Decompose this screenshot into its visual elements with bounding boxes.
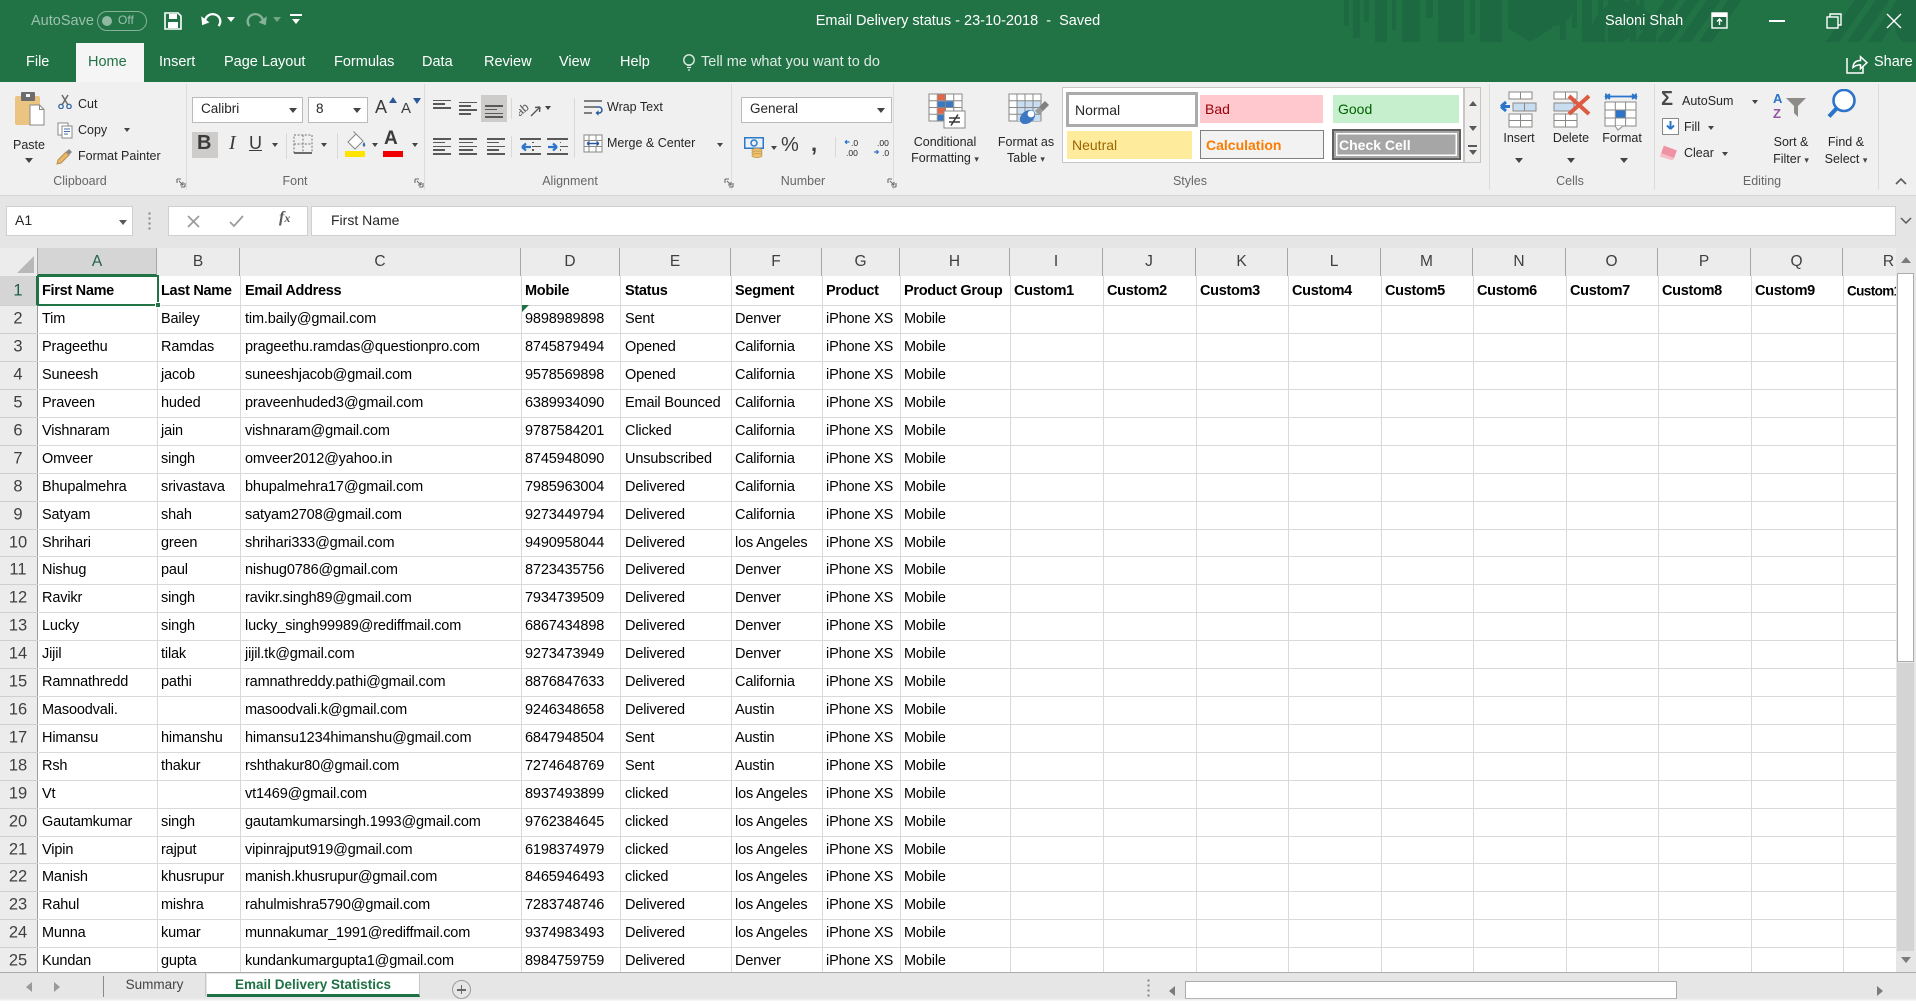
svg-text:ab: ab <box>519 100 532 119</box>
svg-text:.00: .00 <box>877 138 889 148</box>
svg-text:.0: .0 <box>851 138 858 148</box>
svg-text:.00: .00 <box>846 148 858 157</box>
svg-text:.0: .0 <box>882 148 889 157</box>
